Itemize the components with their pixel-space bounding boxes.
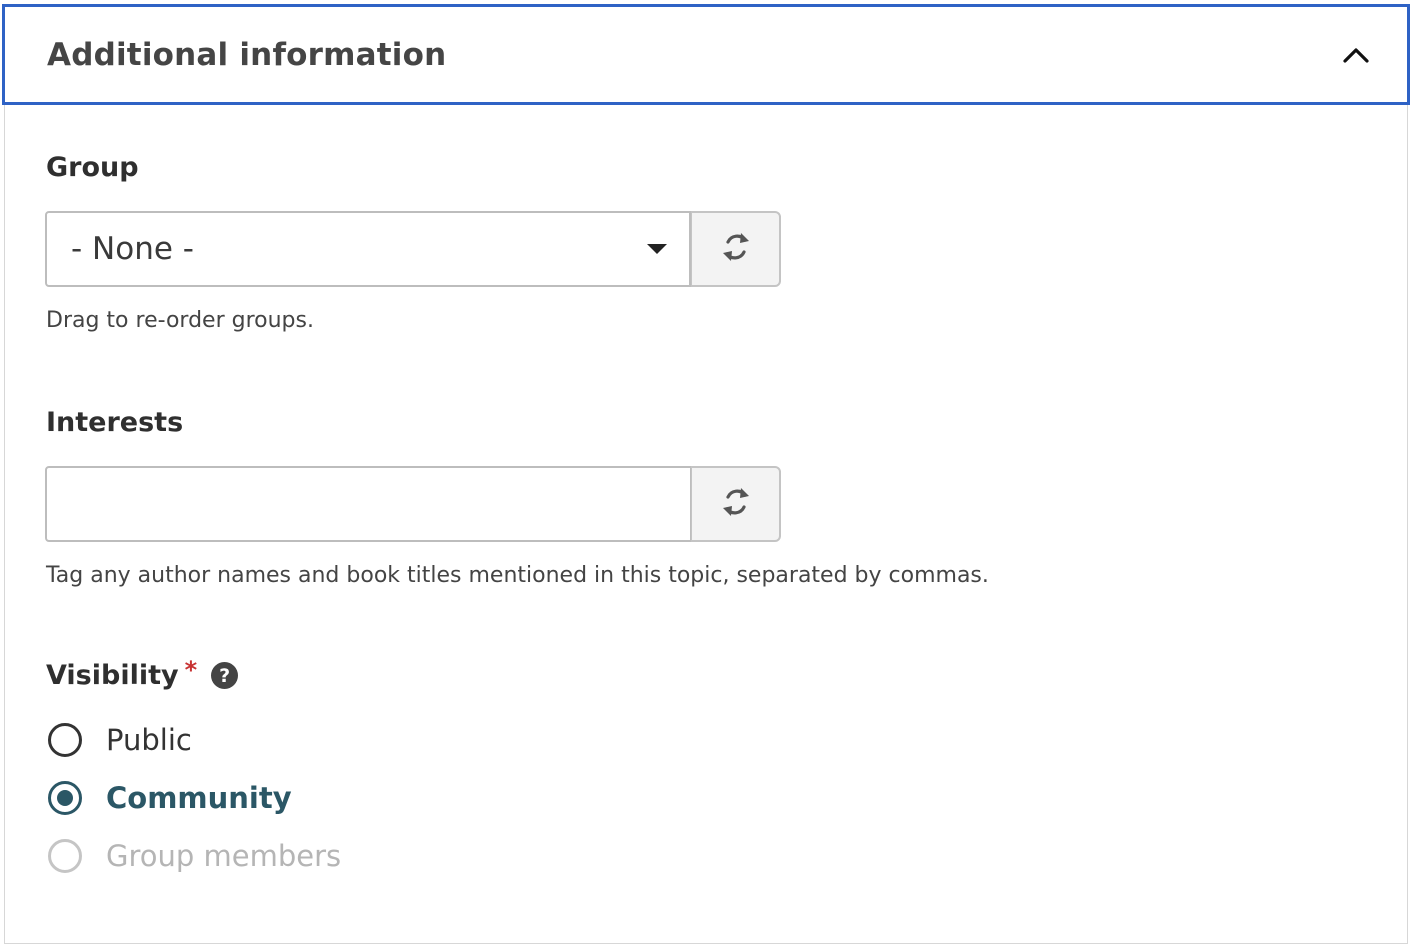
- additional-information-header[interactable]: Additional information: [2, 4, 1410, 105]
- radio-label-group-members: Group members: [106, 839, 342, 873]
- interests-field: [45, 466, 781, 542]
- group-field: - None -: [45, 211, 781, 287]
- radio-public[interactable]: [48, 723, 82, 757]
- radio-community[interactable]: [48, 781, 82, 815]
- interests-refresh-button[interactable]: [691, 466, 781, 542]
- question-circle-icon[interactable]: ?: [211, 662, 239, 689]
- group-help-text: Drag to re-order groups.: [46, 308, 314, 333]
- radio-option-public[interactable]: Public: [48, 723, 192, 757]
- radio-option-group-members: Group members: [48, 839, 341, 873]
- group-refresh-button[interactable]: [691, 211, 781, 287]
- interests-help-text: Tag any author names and book titles men…: [46, 563, 989, 588]
- radio-label-public[interactable]: Public: [106, 723, 192, 757]
- radio-option-community[interactable]: Community: [48, 781, 292, 815]
- refresh-icon: [721, 485, 751, 523]
- group-select-value: - None -: [71, 231, 194, 267]
- refresh-icon: [721, 230, 751, 268]
- group-select[interactable]: - None -: [45, 211, 691, 287]
- visibility-label: Visibility: [46, 660, 179, 691]
- caret-down-icon: [647, 244, 667, 254]
- group-label: Group: [46, 152, 139, 183]
- interests-input[interactable]: [45, 466, 691, 542]
- radio-group-members: [48, 839, 82, 873]
- required-marker: *: [184, 655, 198, 684]
- visibility-label-group: Visibility * ?: [46, 656, 239, 691]
- radio-label-community[interactable]: Community: [106, 781, 292, 815]
- panel-title: Additional information: [47, 36, 447, 73]
- chevron-up-icon[interactable]: [1343, 45, 1369, 65]
- interests-label: Interests: [46, 407, 184, 438]
